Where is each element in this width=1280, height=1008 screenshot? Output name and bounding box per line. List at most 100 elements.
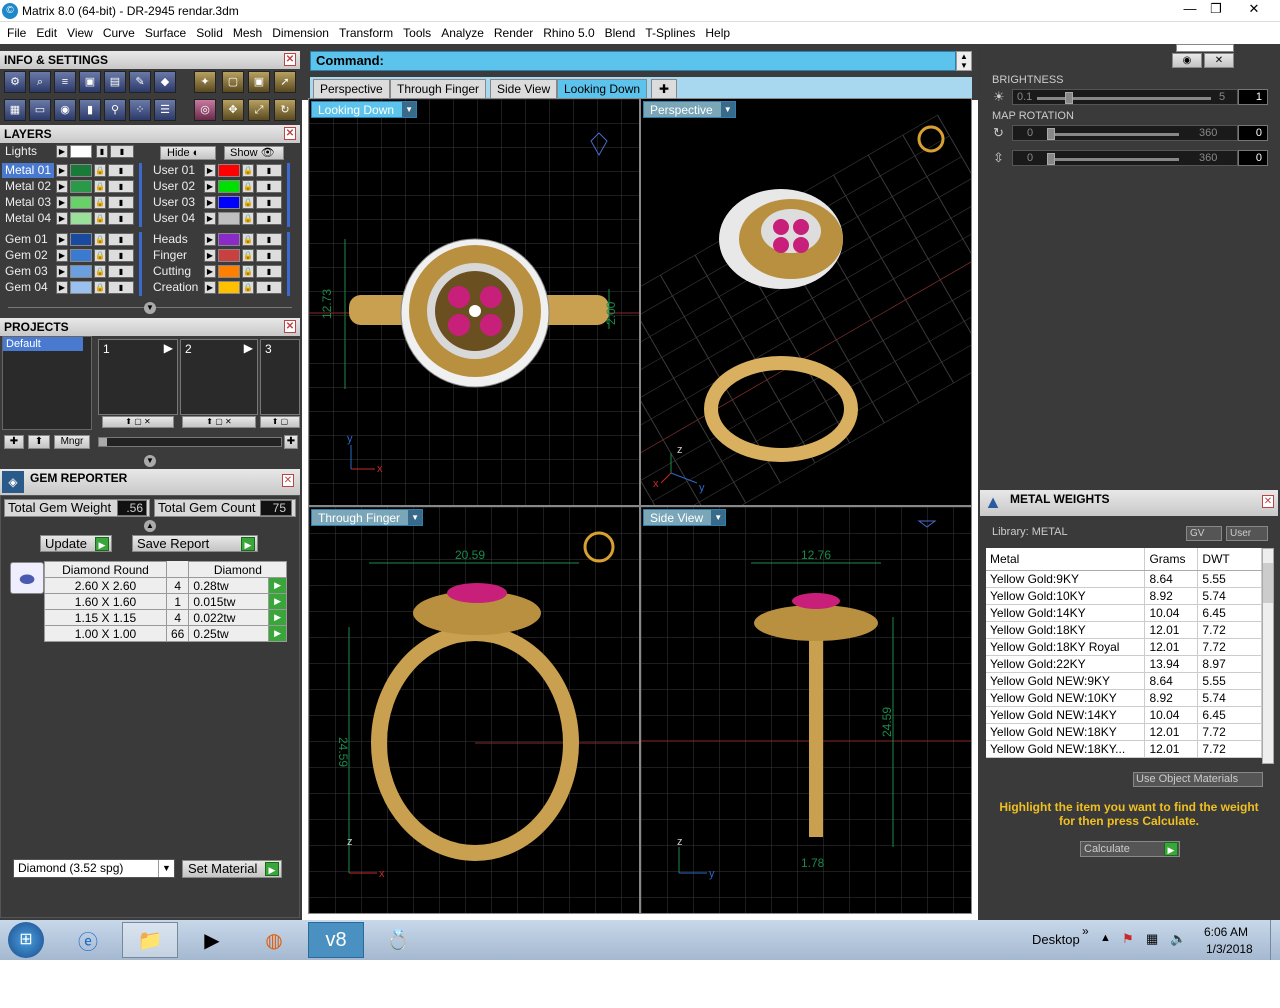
layer-name[interactable]: Gem 01 <box>2 232 54 247</box>
viewport-through-finger[interactable]: 20.59 24.59 x z Through Finger ▼ <box>308 506 640 914</box>
project-slot-1[interactable]: 1 ▶ <box>98 339 178 415</box>
left-layer-row[interactable]: Gem 01 ▶ 🔒 ▮ <box>2 232 140 248</box>
lock-icon[interactable]: 🔒 <box>94 249 106 262</box>
menu-curve[interactable]: Curve <box>98 26 140 40</box>
jewelry-app-icon[interactable]: 💍 <box>370 922 426 958</box>
color-swatch[interactable] <box>70 196 92 209</box>
visibility-icon[interactable]: ▮ <box>108 164 134 177</box>
expand-icon[interactable]: ▶ <box>204 180 216 193</box>
chevron-down-icon[interactable]: ▼ <box>408 510 423 525</box>
menu-solid[interactable]: Solid <box>191 26 228 40</box>
map-rotation-value-2[interactable]: 0 <box>1238 150 1268 166</box>
ring-icon[interactable]: ◎ <box>194 99 216 121</box>
firefox-icon[interactable]: ◍ <box>246 922 302 958</box>
menu-view[interactable]: View <box>62 26 98 40</box>
gem-row[interactable]: 1.60 X 1.60 1 0.015tw ▶ <box>44 593 288 610</box>
show-desktop-button[interactable] <box>1270 920 1280 960</box>
layer-name[interactable]: Cutting <box>150 264 202 279</box>
right-layer-row[interactable]: Creation ▶ 🔒 ▮ <box>150 280 288 296</box>
expand-icon[interactable]: ▶ <box>204 281 216 294</box>
globe-icon[interactable]: ◉ <box>1172 53 1202 68</box>
layer-name[interactable]: User 04 <box>150 211 202 226</box>
color-swatch[interactable] <box>70 249 92 262</box>
menu-surface[interactable]: Surface <box>140 26 191 40</box>
start-button[interactable]: ⊞ <box>4 922 48 958</box>
menu-blend[interactable]: Blend <box>600 26 641 40</box>
menu-render[interactable]: Render <box>489 26 538 40</box>
chevron-down-icon[interactable]: ▼ <box>402 102 417 117</box>
frame-icon[interactable]: ▣ <box>248 71 270 93</box>
visibility-icon[interactable]: ▮ <box>256 196 282 209</box>
layer-name[interactable]: Heads <box>150 232 202 247</box>
up-project-button[interactable]: ⬆ <box>28 435 50 449</box>
metal-row[interactable]: Yellow Gold:10KY 8.92 5.74 <box>986 587 1262 605</box>
media-player-icon[interactable]: ▶ <box>184 922 240 958</box>
slot-3-controls[interactable]: ⬆ ▢ <box>260 416 300 428</box>
menu-file[interactable]: File <box>2 26 31 40</box>
gem-row[interactable]: 2.60 X 2.60 4 0.28tw ▶ <box>44 577 288 594</box>
play-icon[interactable]: ▶ <box>267 609 288 626</box>
metal-row[interactable]: Yellow Gold:9KY 8.64 5.55 <box>986 570 1262 588</box>
layer-name[interactable]: Metal 03 <box>2 195 54 210</box>
grid-icon[interactable]: ▦ <box>4 99 26 121</box>
brightness-value[interactable]: 1 <box>1238 89 1268 105</box>
close-icon[interactable]: ✕ <box>1262 495 1274 508</box>
tab-looking-down[interactable]: Looking Down <box>557 79 648 98</box>
close-icon[interactable]: ✕ <box>1204 53 1234 68</box>
expand-icon[interactable]: ▶ <box>204 164 216 177</box>
layer-name[interactable]: Gem 04 <box>2 280 54 295</box>
lock-icon[interactable]: 🔒 <box>242 196 254 209</box>
color-swatch[interactable] <box>218 249 240 262</box>
visibility-icon[interactable]: ▮ <box>108 180 134 193</box>
right-layer-row[interactable]: User 02 ▶ 🔒 ▮ <box>150 179 288 195</box>
tab-through-finger[interactable]: Through Finger <box>390 79 487 98</box>
expand-icon[interactable]: ▶ <box>204 196 216 209</box>
menu-rhino[interactable]: Rhino 5.0 <box>538 26 599 40</box>
collapse-icon[interactable]: ▼ <box>144 302 156 314</box>
color-swatch[interactable] <box>218 164 240 177</box>
add-project-button[interactable]: ✚ <box>4 435 24 449</box>
gem-row[interactable]: 1.00 X 1.00 66 0.25tw ▶ <box>44 625 288 642</box>
tray-expand-icon[interactable]: ▲ <box>1100 932 1111 944</box>
viewport-perspective[interactable]: x y z Perspective ▼ <box>640 98 972 506</box>
show-button[interactable]: Show 👁 <box>224 146 284 160</box>
color-swatch[interactable] <box>70 281 92 294</box>
search-icon[interactable]: ⌕ <box>29 71 51 93</box>
play-icon[interactable]: ▶ <box>244 341 253 355</box>
arrow-icon[interactable]: ➚ <box>274 71 296 93</box>
visibility-icon[interactable]: ▮ <box>108 281 134 294</box>
flag-icon[interactable]: ⚑ <box>1122 931 1134 947</box>
viewport-label[interactable]: Looking Down ▼ <box>311 101 418 118</box>
viewport-label[interactable]: Perspective ▼ <box>643 101 736 118</box>
volume-icon[interactable]: 🔈 <box>1170 931 1186 947</box>
project-scrollbar[interactable] <box>98 437 282 447</box>
plus-icon[interactable]: ✚ <box>284 435 298 449</box>
visibility-icon[interactable]: ▮ <box>108 212 134 225</box>
map-rotation-value[interactable]: 0 <box>1238 125 1268 141</box>
close-icon[interactable]: ✕ <box>284 320 296 333</box>
document-icon[interactable]: ▤ <box>104 71 126 93</box>
chevron-down-icon[interactable]: ▼ <box>158 860 174 877</box>
color-swatch[interactable] <box>218 281 240 294</box>
lock-icon[interactable]: 🔒 <box>94 180 106 193</box>
right-layer-row[interactable]: Finger ▶ 🔒 ▮ <box>150 248 288 264</box>
box-icon[interactable]: ▢ <box>222 71 244 93</box>
close-icon[interactable]: ✕ <box>284 127 296 140</box>
expand-icon[interactable]: ▶ <box>204 212 216 225</box>
right-layer-row[interactable]: User 04 ▶ 🔒 ▮ <box>150 211 288 227</box>
project-default[interactable]: Default <box>3 337 83 351</box>
cylinder-icon[interactable]: ▮ <box>79 99 101 121</box>
layer-name[interactable]: Gem 03 <box>2 264 54 279</box>
visibility-icon[interactable]: ▮ <box>256 212 282 225</box>
maximize-button[interactable]: ❐ <box>1202 0 1230 18</box>
visibility-icon[interactable]: ▮ <box>256 164 282 177</box>
tab-side-view[interactable]: Side View <box>490 79 558 98</box>
slot-1-controls[interactable]: ⬆ ▢ ✕ <box>102 416 174 428</box>
viewport-side-view[interactable]: 12.76 24.59 1.78 y z Side View ▼ <box>640 506 972 914</box>
material-select[interactable]: Diamond (3.52 spg) ▼ <box>13 859 175 878</box>
lock-icon[interactable]: 🔒 <box>94 164 106 177</box>
set-material-button[interactable]: Set Material ▶ <box>182 860 282 878</box>
minimize-button[interactable]: — <box>1176 0 1204 18</box>
explorer-icon[interactable]: 📁 <box>122 922 178 958</box>
lock-icon[interactable]: 🔒 <box>242 281 254 294</box>
